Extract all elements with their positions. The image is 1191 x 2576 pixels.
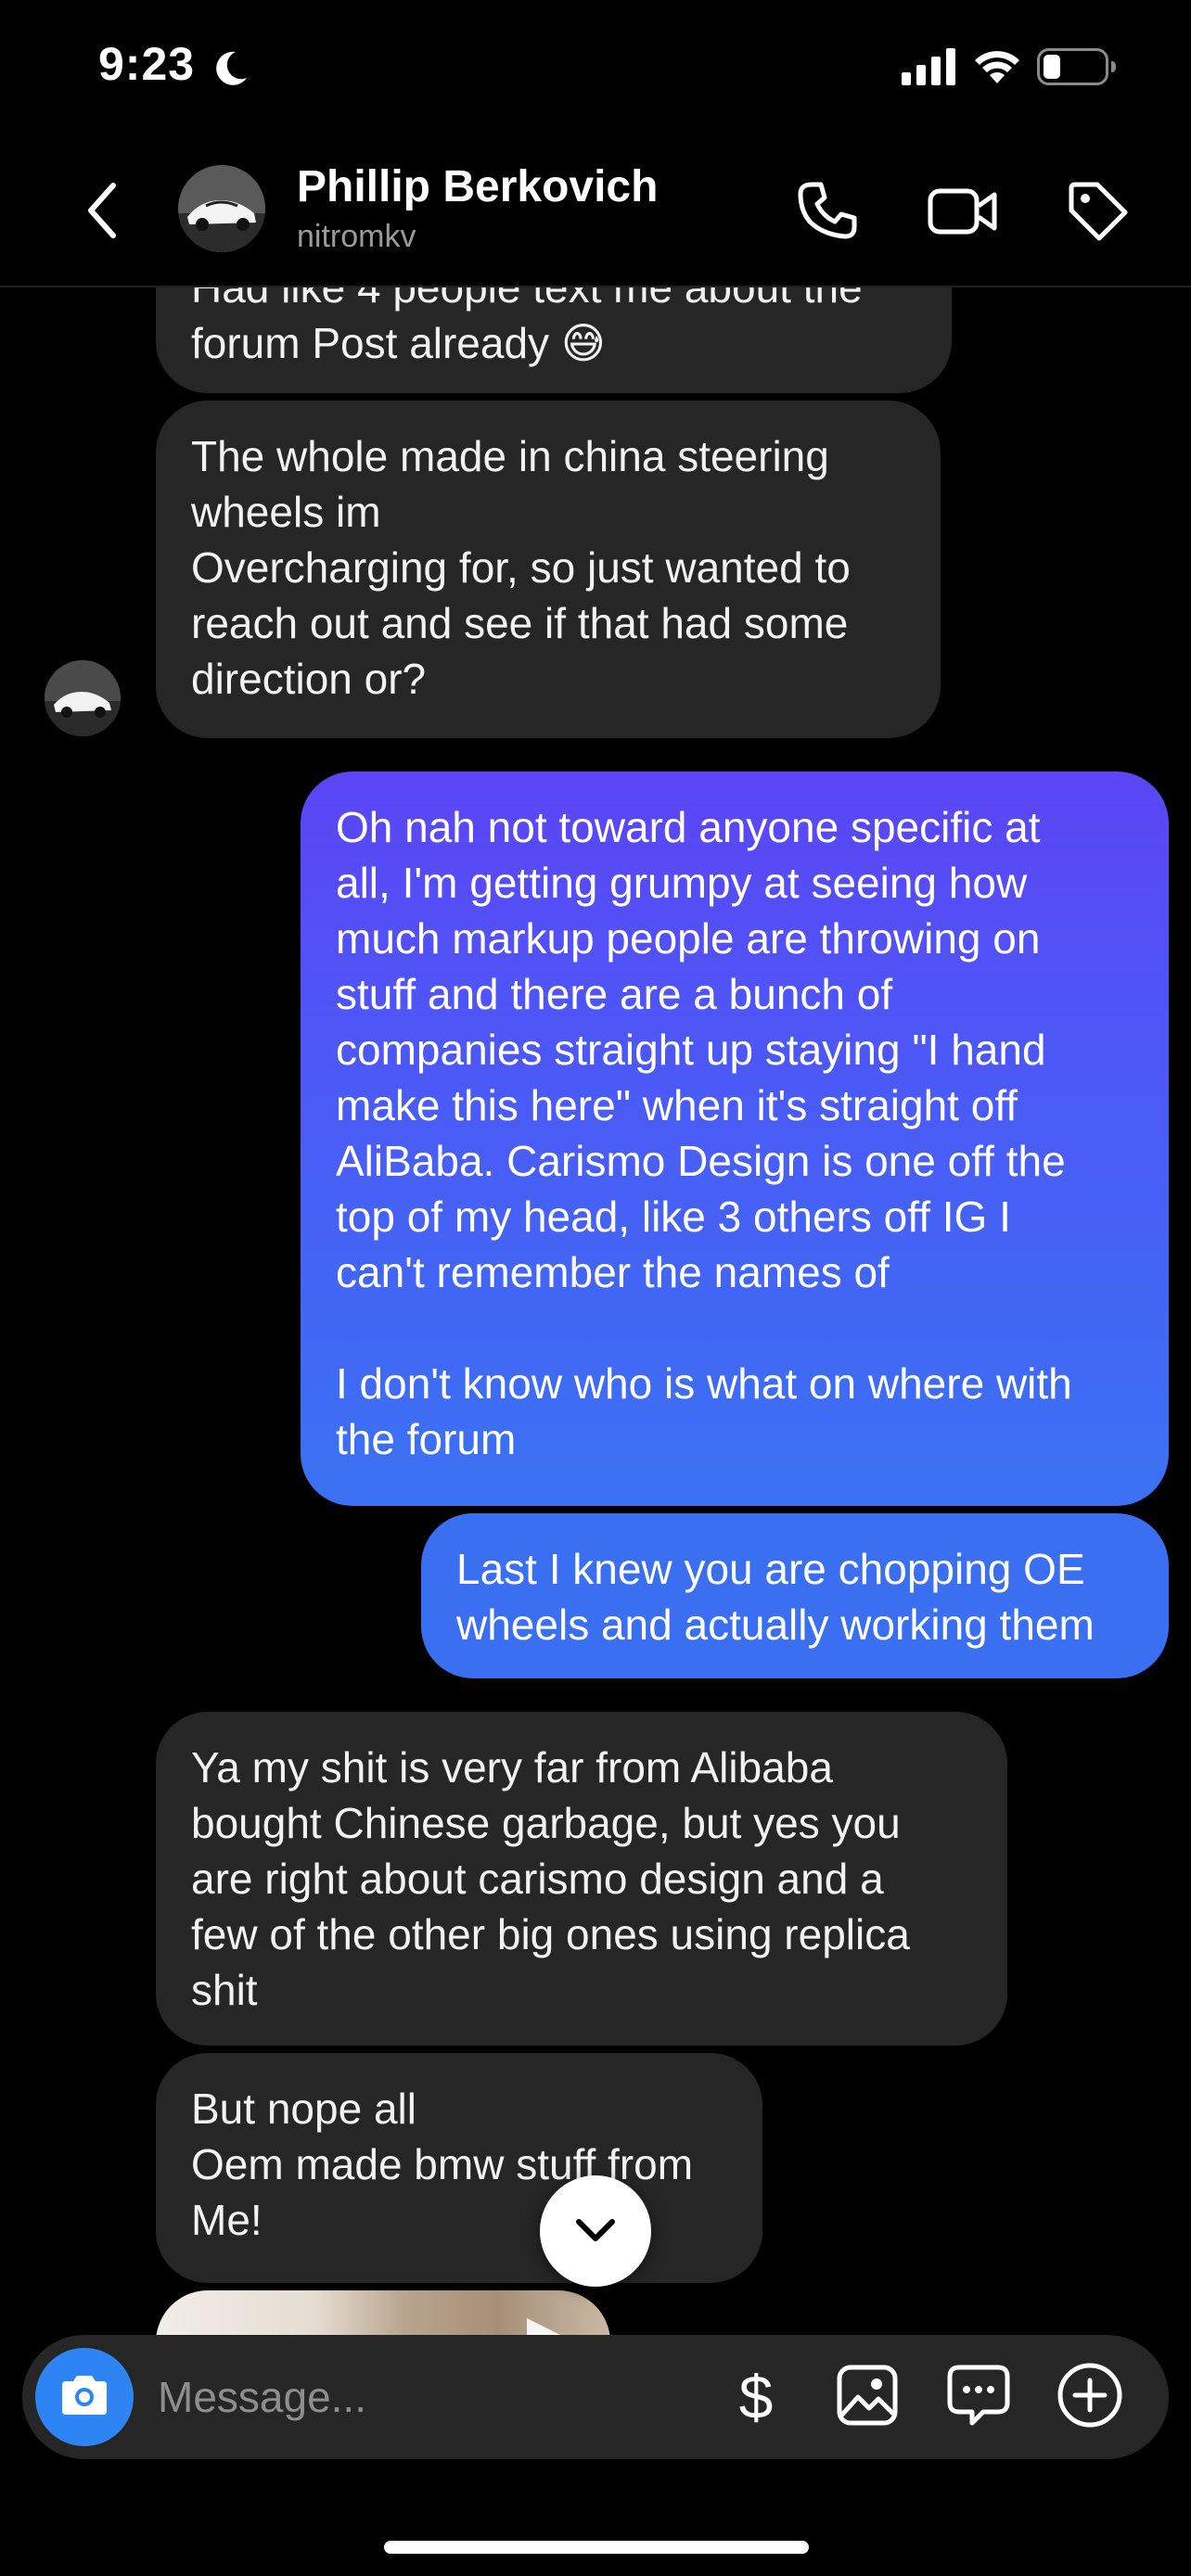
message-bubble-outgoing[interactable]: Last I knew you are chopping OE wheels a… bbox=[421, 1513, 1169, 1678]
sticker-button[interactable] bbox=[939, 2357, 1018, 2437]
payment-button[interactable]: $ bbox=[716, 2357, 796, 2437]
home-indicator bbox=[384, 2541, 809, 2554]
tag-button[interactable] bbox=[1061, 176, 1135, 250]
message-input[interactable] bbox=[158, 2365, 714, 2429]
phone-icon bbox=[795, 179, 860, 249]
status-bar: 9:23 bbox=[0, 0, 1191, 130]
message-bubble-incoming[interactable]: The whole made in china steering wheels … bbox=[156, 401, 941, 738]
message-bubble-incoming[interactable]: Ya my shit is very far from Alibaba boug… bbox=[156, 1712, 1007, 2046]
contact-username[interactable]: nitromkv bbox=[297, 219, 416, 255]
dollar-icon: $ bbox=[738, 2363, 774, 2431]
contact-avatar[interactable] bbox=[178, 165, 265, 252]
contact-name[interactable]: Phillip Berkovich bbox=[297, 161, 658, 212]
chat-header: Phillip Berkovich nitromkv bbox=[0, 148, 1191, 287]
moon-icon bbox=[208, 46, 252, 91]
voice-call-button[interactable] bbox=[790, 176, 864, 250]
chat-bubble-icon bbox=[946, 2364, 1011, 2431]
media-message-preview[interactable] bbox=[156, 2290, 610, 2337]
image-icon bbox=[836, 2364, 899, 2431]
message-composer: $ bbox=[22, 2335, 1169, 2459]
plus-circle-icon bbox=[1057, 2362, 1123, 2433]
camera-button[interactable] bbox=[35, 2348, 134, 2446]
status-time: 9:23 bbox=[98, 38, 196, 90]
video-call-button[interactable] bbox=[926, 176, 1000, 250]
cellular-signal-icon bbox=[902, 48, 955, 90]
back-button[interactable] bbox=[74, 171, 130, 254]
camera-icon bbox=[57, 2372, 112, 2423]
wifi-icon bbox=[972, 46, 1022, 90]
chevron-down-icon bbox=[570, 2203, 621, 2260]
gallery-button[interactable] bbox=[827, 2357, 907, 2437]
message-list[interactable]: Had like 4 people text me about the foru… bbox=[0, 0, 1191, 2337]
message-bubble-outgoing[interactable]: Oh nah not toward anyone specific at all… bbox=[301, 772, 1169, 1506]
more-options-button[interactable] bbox=[1050, 2357, 1130, 2437]
sender-avatar[interactable] bbox=[45, 660, 121, 736]
dm-thread-screen: Had like 4 people text me about the foru… bbox=[0, 0, 1191, 2576]
tag-icon bbox=[1066, 179, 1131, 249]
battery-icon bbox=[1037, 48, 1117, 90]
scroll-to-bottom-button[interactable] bbox=[540, 2175, 651, 2287]
video-camera-icon bbox=[928, 184, 998, 244]
chevron-left-icon bbox=[83, 178, 121, 248]
message-bubble-incoming[interactable]: But nope all Oem made bmw stuff from Me! bbox=[156, 2053, 762, 2283]
